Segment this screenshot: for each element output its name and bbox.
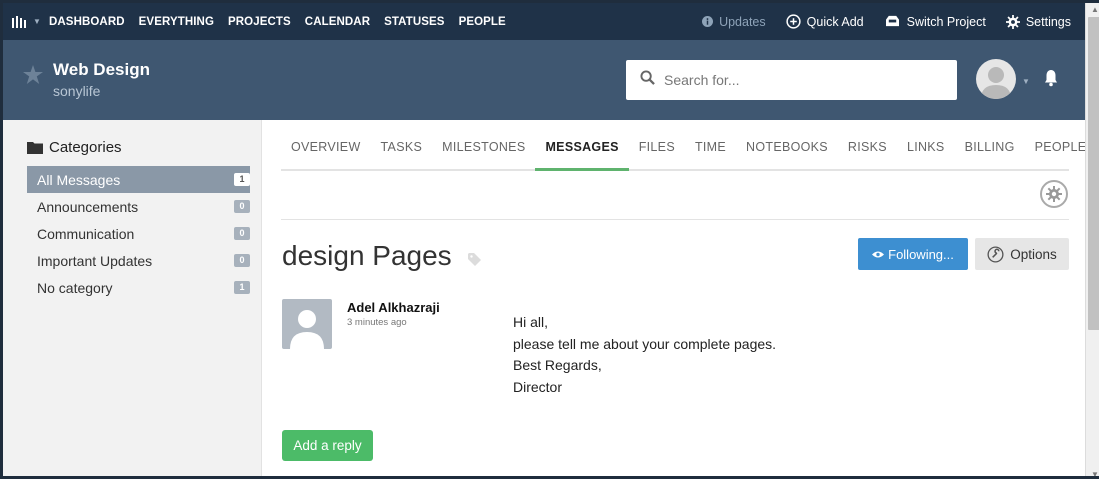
count-badge: 1 xyxy=(234,281,250,294)
avatar[interactable] xyxy=(976,59,1016,99)
category-communication[interactable]: Communication 0 xyxy=(3,220,261,247)
top-navigation: ▼ DASHBOARD EVERYTHING PROJECTS CALENDAR… xyxy=(3,3,1085,40)
message-body: Hi all, please tell me about your comple… xyxy=(513,312,776,398)
tab-messages[interactable]: MESSAGES xyxy=(535,134,629,171)
category-label: All Messages xyxy=(37,171,121,188)
settings-button[interactable]: Settings xyxy=(1005,14,1071,29)
tab-risks[interactable]: RISKS xyxy=(838,134,897,169)
tab-tasks[interactable]: TASKS xyxy=(371,134,433,169)
categories-label: Categories xyxy=(49,139,122,156)
switch-project-button[interactable]: Switch Project xyxy=(884,15,986,29)
category-announcements[interactable]: Announcements 0 xyxy=(3,193,261,220)
message-title: design Pages xyxy=(282,240,484,272)
categories-heading: Categories xyxy=(27,139,122,156)
search-input[interactable] xyxy=(664,72,944,88)
updates-label: Updates xyxy=(719,14,766,29)
quick-add-label: Quick Add xyxy=(806,14,864,29)
tab-billing[interactable]: BILLING xyxy=(955,134,1025,169)
nav-statuses[interactable]: STATUSES xyxy=(384,16,444,28)
nav-actions: Updates Quick Add Switch Project Setting… xyxy=(682,3,1085,40)
nav-links: DASHBOARD EVERYTHING PROJECTS CALENDAR S… xyxy=(49,3,520,40)
category-important-updates[interactable]: Important Updates 0 xyxy=(3,247,261,274)
tab-files[interactable]: FILES xyxy=(629,134,685,169)
category-list: All Messages 1 Announcements 0 Communica… xyxy=(3,166,261,301)
inbox-icon xyxy=(884,15,901,28)
project-header: Web Design sonylife ▼ xyxy=(3,40,1085,120)
chevron-down-icon: ▼ xyxy=(33,17,41,26)
app-window: ▼ DASHBOARD EVERYTHING PROJECTS CALENDAR… xyxy=(0,0,1099,479)
sidebar: Categories All Messages 1 Announcements … xyxy=(3,120,262,476)
project-tabs: OVERVIEW TASKS MILESTONES MESSAGES FILES… xyxy=(281,134,1086,171)
switch-project-label: Switch Project xyxy=(906,14,986,29)
info-icon xyxy=(702,16,714,27)
tab-overview[interactable]: OVERVIEW xyxy=(281,134,371,169)
count-badge: 0 xyxy=(234,254,250,267)
plus-circle-icon xyxy=(786,14,801,29)
gear-icon xyxy=(1005,14,1020,29)
following-label: Following... xyxy=(888,246,954,262)
nav-dashboard[interactable]: DASHBOARD xyxy=(49,16,125,28)
category-label: Important Updates xyxy=(37,252,153,269)
message-title-text: design Pages xyxy=(282,240,452,271)
message-line: Best Regards, xyxy=(513,357,602,373)
eye-icon xyxy=(872,250,885,259)
tag-icon[interactable] xyxy=(467,252,484,266)
message-line: Hi all, xyxy=(513,314,549,330)
count-badge: 0 xyxy=(234,200,250,213)
divider xyxy=(281,219,1069,220)
nav-people[interactable]: PEOPLE xyxy=(459,16,506,28)
category-label: Announcements xyxy=(37,198,139,215)
options-button[interactable]: Options xyxy=(975,238,1069,270)
project-company[interactable]: sonylife xyxy=(53,83,100,99)
search-icon xyxy=(640,70,655,90)
scroll-down-icon[interactable]: ▼ xyxy=(1091,470,1099,476)
count-badge: 0 xyxy=(234,227,250,240)
category-label: No category xyxy=(37,279,113,296)
author-name[interactable]: Adel Alkhazraji xyxy=(347,300,440,315)
tab-time[interactable]: TIME xyxy=(685,134,736,169)
nav-everything[interactable]: EVERYTHING xyxy=(139,16,214,28)
message-line: please tell me about your complete pages… xyxy=(513,335,777,352)
project-title[interactable]: Web Design xyxy=(53,60,150,80)
options-label: Options xyxy=(1010,246,1057,262)
tab-links[interactable]: LINKS xyxy=(897,134,955,169)
wrench-icon xyxy=(987,245,1004,263)
bars-logo-icon xyxy=(12,15,27,28)
star-icon[interactable] xyxy=(23,65,43,89)
add-reply-button[interactable]: Add a reply xyxy=(282,430,373,461)
following-button[interactable]: Following... xyxy=(858,238,968,270)
updates-link[interactable]: Updates xyxy=(702,15,766,29)
message-timestamp: 3 minutes ago xyxy=(347,317,407,328)
scrollbar-thumb[interactable] xyxy=(1088,17,1099,330)
nav-projects[interactable]: PROJECTS xyxy=(228,16,291,28)
tab-milestones[interactable]: MILESTONES xyxy=(432,134,535,169)
app-logo[interactable]: ▼ xyxy=(3,3,49,40)
gear-icon xyxy=(1046,186,1062,202)
count-badge: 1 xyxy=(234,173,250,186)
user-icon xyxy=(290,310,324,349)
nav-calendar[interactable]: CALENDAR xyxy=(305,16,370,28)
scroll-up-icon[interactable]: ▲ xyxy=(1091,5,1099,14)
category-label: Communication xyxy=(37,225,135,242)
user-icon xyxy=(981,67,1011,99)
bell-icon[interactable] xyxy=(1044,69,1058,92)
chevron-down-icon[interactable]: ▼ xyxy=(1022,77,1030,86)
quick-add-button[interactable]: Quick Add xyxy=(786,14,864,29)
message-line: Director xyxy=(513,378,563,395)
message-settings-button[interactable] xyxy=(1040,180,1068,208)
tab-notebooks[interactable]: NOTEBOOKS xyxy=(736,134,838,169)
folder-icon xyxy=(27,141,43,154)
settings-label: Settings xyxy=(1025,14,1071,29)
search-box[interactable] xyxy=(626,60,957,100)
category-all-messages[interactable]: All Messages 1 xyxy=(27,166,250,193)
vertical-scrollbar[interactable]: ▲ ▼ xyxy=(1085,3,1099,476)
category-no-category[interactable]: No category 1 xyxy=(3,274,261,301)
author-avatar[interactable] xyxy=(282,299,332,349)
